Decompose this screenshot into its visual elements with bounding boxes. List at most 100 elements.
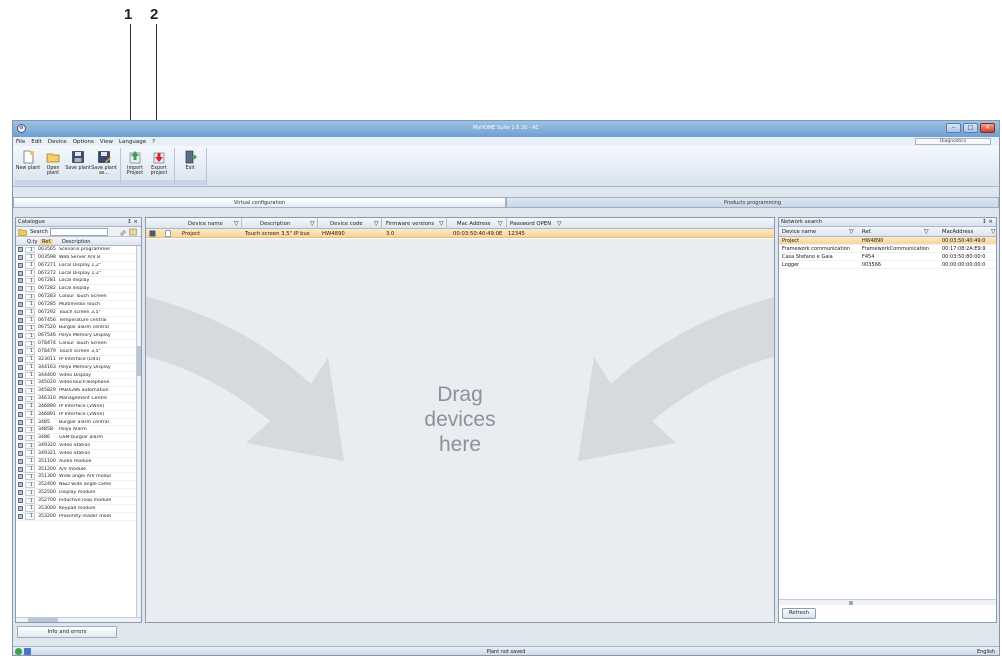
menu-view[interactable]: View: [100, 139, 113, 145]
list-item[interactable]: 1 078479 Touch screen 3,5": [16, 348, 141, 356]
filter-icon[interactable]: ▽: [991, 228, 996, 235]
item-qty[interactable]: 1: [25, 473, 35, 481]
list-item[interactable]: 1 346891 IP Interface (2Wire): [16, 411, 141, 419]
filter-icon[interactable]: ▽: [924, 228, 929, 235]
search-options-icon[interactable]: [129, 228, 138, 236]
list-item[interactable]: 1 067546 Polyx Memory Display: [16, 332, 141, 341]
list-item[interactable]: 1 345020 VideoTouchTelephone: [16, 379, 141, 388]
list-item[interactable]: 1 352700 Inductive loop module: [16, 497, 141, 505]
list-item[interactable]: 1 352500 Display module: [16, 489, 141, 497]
filter-icon[interactable]: ▽: [498, 220, 503, 227]
list-item[interactable]: 1 353000 Keypad module: [16, 505, 141, 513]
table-row[interactable]: Project HW4890 00:03:50:40:49:0: [779, 237, 996, 245]
menu-device[interactable]: Device: [48, 139, 67, 145]
list-item[interactable]: 1 067456 Temperature central: [16, 317, 141, 325]
network-horizontal-scrollbar[interactable]: [779, 599, 996, 605]
list-item[interactable]: 1 067271 Local Display 1,2": [16, 262, 141, 270]
item-qty[interactable]: 1: [25, 426, 35, 434]
list-item[interactable]: 1 352400 N&D wide angle camera: [16, 481, 141, 490]
list-item[interactable]: 1 067283 Colour Touch Screen: [16, 293, 141, 301]
list-item[interactable]: 1 353200 Proximity reader module: [16, 513, 141, 521]
diagnostics-button[interactable]: Diagnostics: [915, 138, 991, 145]
filter-icon[interactable]: ▽: [374, 220, 379, 227]
list-item[interactable]: 1 067520 Burglar alarm central: [16, 324, 141, 333]
refresh-button[interactable]: Refresh: [782, 608, 816, 619]
scrollbar-thumb[interactable]: [28, 618, 58, 622]
item-qty[interactable]: 1: [25, 301, 35, 308]
tab-virtual-configuration[interactable]: Virtual configuration: [13, 197, 506, 208]
list-item[interactable]: 1 067272 Local Display 1,2": [16, 270, 141, 278]
catalogue-panel-controls[interactable]: ↕ ×: [127, 218, 138, 227]
item-qty[interactable]: 1: [25, 324, 35, 332]
save-plant-button[interactable]: Save plant: [65, 148, 91, 178]
list-item[interactable]: 1 3485 Burglar alarm central: [16, 419, 141, 427]
column-firmware-versions[interactable]: Firmware versions: [386, 221, 434, 227]
item-qty[interactable]: 1: [25, 489, 35, 497]
network-panel-controls[interactable]: ↕ ×: [982, 218, 993, 227]
item-qty[interactable]: 1: [25, 372, 35, 379]
item-qty[interactable]: 1: [25, 262, 35, 269]
item-qty[interactable]: 1: [25, 364, 35, 371]
column-device-name[interactable]: Device name: [188, 221, 223, 227]
column-ref[interactable]: Ref.: [40, 239, 54, 245]
column-qty[interactable]: Q.ty: [27, 239, 37, 245]
item-qty[interactable]: 1: [25, 356, 35, 363]
open-plant-button[interactable]: Open plant: [42, 148, 64, 178]
list-item[interactable]: 1 344163 Polyx Memory Display: [16, 364, 141, 372]
list-item[interactable]: 1 078474 Colour Touch Screen: [16, 340, 141, 348]
item-qty[interactable]: 1: [25, 254, 35, 261]
folder-icon[interactable]: [18, 228, 27, 236]
item-qty[interactable]: 1: [25, 293, 35, 301]
item-qty[interactable]: 1: [25, 497, 35, 504]
list-item[interactable]: 1 351300 Wide angle A/V module: [16, 473, 141, 482]
catalogue-vertical-scrollbar[interactable]: [136, 246, 141, 622]
list-item[interactable]: 1 3485B Polyx Alarm: [16, 426, 141, 435]
list-item[interactable]: 1 003565 Scenario programmer: [16, 246, 141, 254]
table-row[interactable]: Project Touch screen 3,5" IP bus HW4890 …: [146, 229, 774, 238]
item-qty[interactable]: 1: [25, 403, 35, 410]
list-item[interactable]: 1 067285 Multimedia Touch: [16, 301, 141, 309]
table-row[interactable]: Casa Stefano e Gaia F454 00:03:50:80:00:…: [779, 253, 996, 261]
import-project-button[interactable]: Import Project: [124, 148, 146, 178]
save-plant-as-button[interactable]: Save plant as...: [91, 148, 117, 178]
item-qty[interactable]: 1: [25, 379, 35, 387]
item-qty[interactable]: 1: [25, 411, 35, 418]
item-qty[interactable]: 1: [25, 348, 35, 355]
menu-language[interactable]: Language: [119, 139, 146, 145]
list-item[interactable]: 1 003598 Web Server A/V B: [16, 254, 141, 262]
list-item[interactable]: 1 067282 Local display: [16, 285, 141, 294]
table-row[interactable]: Framework communication FrameworkCommuni…: [779, 245, 996, 253]
item-qty[interactable]: 1: [25, 434, 35, 442]
column-password-open[interactable]: Password OPEN: [510, 221, 551, 227]
menu-edit[interactable]: Edit: [31, 139, 42, 145]
list-item[interactable]: 1 345829 PABX286 automation: [16, 387, 141, 396]
exit-button[interactable]: Exit: [179, 148, 201, 178]
tab-products-programming[interactable]: Products programming: [506, 197, 999, 208]
scrollbar-thumb[interactable]: [849, 601, 853, 605]
item-qty[interactable]: 1: [25, 317, 35, 324]
column-device-code[interactable]: Device code: [330, 221, 363, 227]
scrollbar-thumb[interactable]: [137, 346, 141, 376]
filter-icon[interactable]: ▽: [557, 220, 562, 227]
column-mac-address[interactable]: MacAddress: [942, 229, 973, 235]
item-qty[interactable]: 1: [25, 277, 35, 285]
item-qty[interactable]: 1: [25, 395, 35, 403]
item-qty[interactable]: 1: [25, 513, 35, 520]
catalogue-search-input[interactable]: [50, 228, 108, 236]
catalogue-horizontal-scrollbar[interactable]: [16, 617, 141, 622]
item-qty[interactable]: 1: [25, 387, 35, 395]
item-qty[interactable]: 1: [25, 270, 35, 277]
column-description[interactable]: Description: [62, 239, 90, 245]
column-device-name[interactable]: Device name: [782, 229, 816, 235]
item-qty[interactable]: 1: [25, 332, 35, 340]
list-item[interactable]: 1 346890 IP Interface (2Wire): [16, 403, 141, 411]
list-item[interactable]: 1 349321 Video Station: [16, 450, 141, 458]
item-qty[interactable]: 1: [25, 442, 35, 450]
filter-icon[interactable]: ▽: [439, 220, 444, 227]
list-item[interactable]: 1 344400 Video Display: [16, 372, 141, 380]
device-drop-area[interactable]: Drag devices here: [146, 239, 774, 622]
item-qty[interactable]: 1: [25, 340, 35, 348]
menu-help[interactable]: ?: [152, 139, 155, 145]
item-qty[interactable]: 1: [25, 246, 35, 253]
menu-file[interactable]: File: [16, 139, 25, 145]
